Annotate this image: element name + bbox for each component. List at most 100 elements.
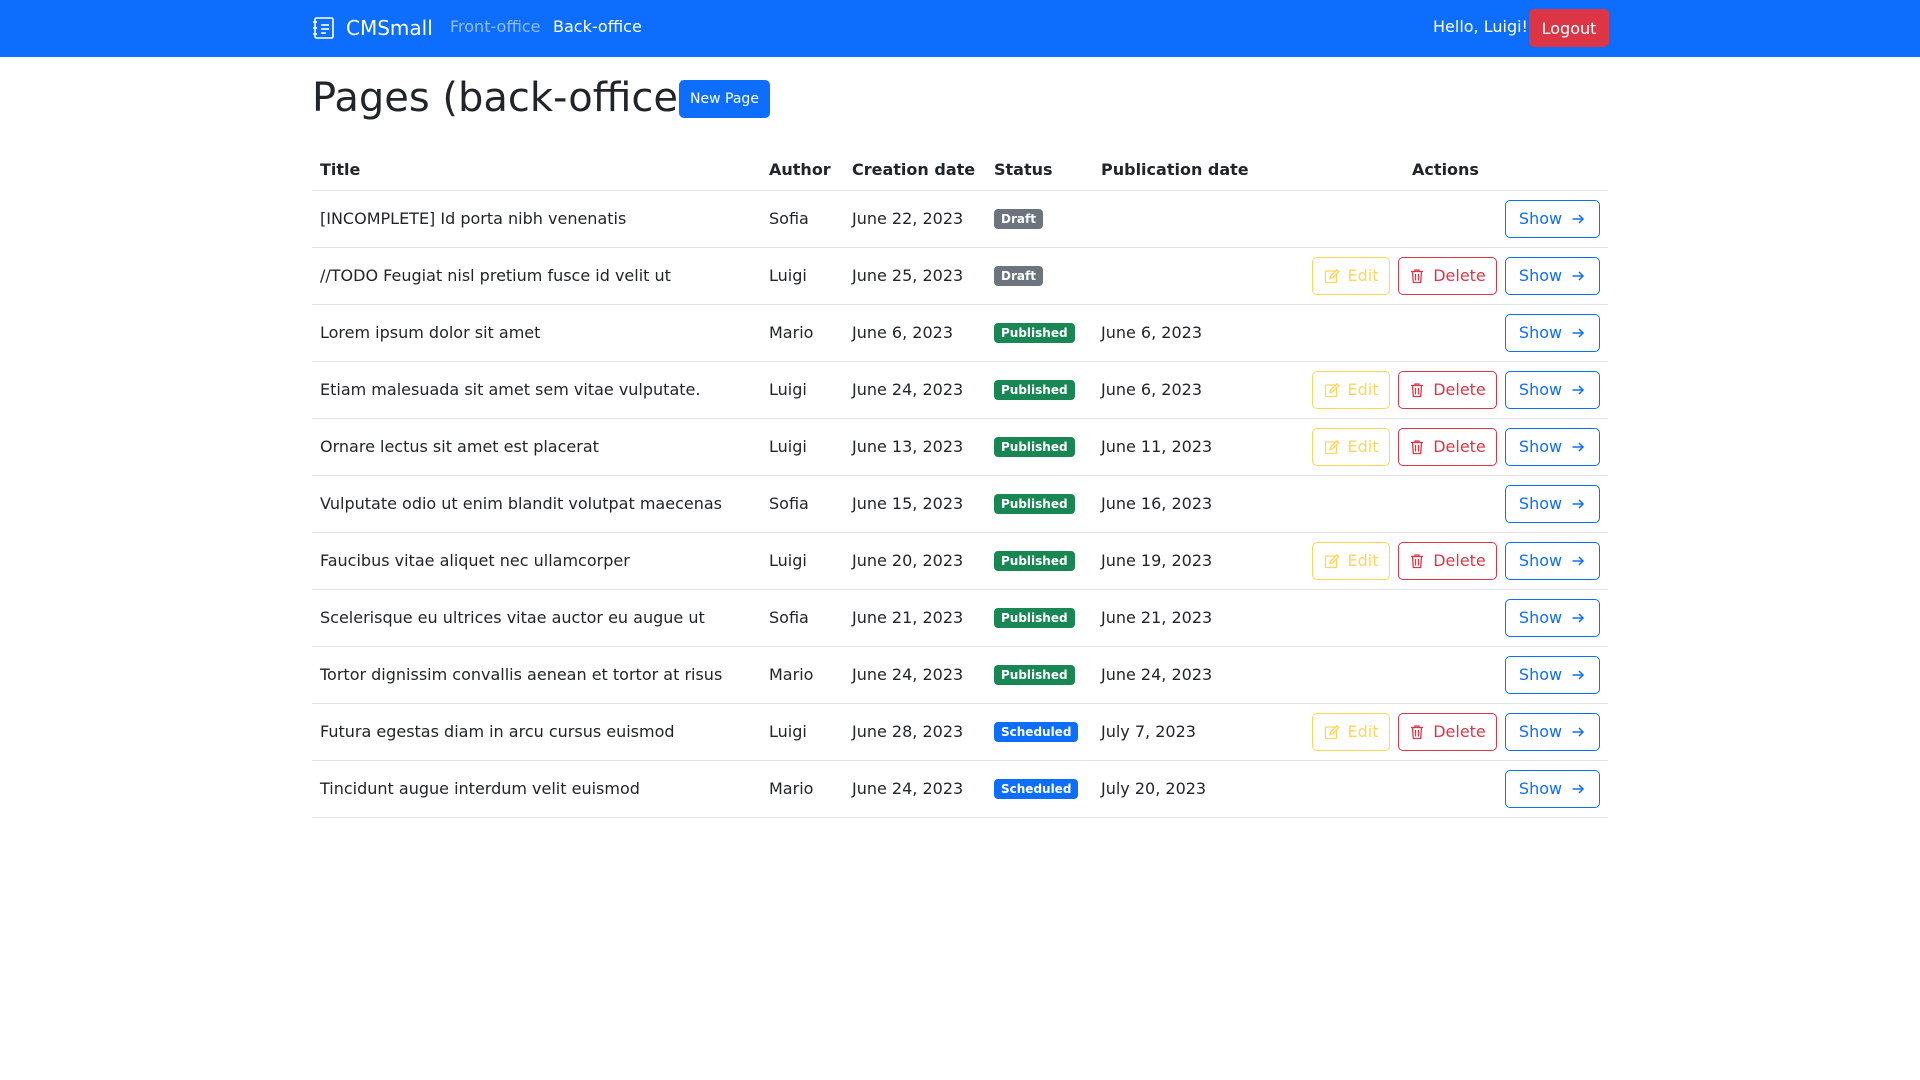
row-actions: Edit Delete Show [1291, 712, 1600, 751]
cell-creation-date: June 28, 2023 [844, 703, 986, 761]
row-actions: Edit Delete Show [1291, 598, 1600, 637]
edit-button[interactable]: Edit [1312, 256, 1390, 295]
brand-link[interactable]: CMSmall [312, 14, 433, 42]
cell-creation-date: June 25, 2023 [844, 247, 986, 305]
cell-creation-date: June 22, 2023 [844, 190, 986, 248]
show-button[interactable]: Show [1505, 370, 1600, 409]
cell-actions: Edit Delete Show [1283, 418, 1608, 476]
edit-label: Edit [1347, 266, 1379, 285]
show-button[interactable]: Show [1505, 541, 1600, 580]
cell-author: Luigi [761, 532, 844, 590]
pencil-square-icon [1324, 439, 1340, 454]
page-title: Pages (back-office) [312, 75, 694, 121]
arrow-right-icon [1572, 213, 1585, 224]
delete-label: Delete [1433, 551, 1486, 570]
pencil-square-icon [1324, 724, 1340, 739]
cell-creation-date: June 20, 2023 [844, 532, 986, 590]
table-row: Lorem ipsum dolor sit amet Mario June 6,… [312, 304, 1608, 362]
show-label: Show [1518, 551, 1563, 570]
cell-publication-date: June 11, 2023 [1093, 418, 1283, 476]
new-page-button[interactable]: New Page [679, 80, 770, 118]
edit-label: Edit [1347, 437, 1379, 456]
show-button[interactable]: Show [1505, 655, 1600, 694]
delete-button[interactable]: Delete [1398, 256, 1497, 295]
cell-title: Faucibus vitae aliquet nec ullamcorper [312, 532, 761, 590]
header-status: Status [986, 150, 1093, 191]
edit-button[interactable]: Edit [1312, 427, 1390, 466]
status-badge: Scheduled [994, 722, 1079, 742]
row-actions: Edit Delete Show [1291, 655, 1600, 694]
logout-button[interactable]: Logout [1529, 9, 1609, 47]
status-badge: Published [994, 665, 1075, 685]
show-button[interactable]: Show [1505, 313, 1600, 352]
show-label: Show [1518, 437, 1563, 456]
table-row: //TODO Feugiat nisl pretium fusce id vel… [312, 247, 1608, 305]
edit-button[interactable]: Edit [1312, 712, 1390, 751]
table-row: Futura egestas diam in arcu cursus euism… [312, 703, 1608, 761]
show-button[interactable]: Show [1505, 199, 1600, 238]
cell-author: Luigi [761, 703, 844, 761]
trash-icon [1411, 439, 1424, 454]
cell-status: Published [986, 532, 1093, 590]
delete-button[interactable]: Delete [1398, 427, 1497, 466]
cell-author: Luigi [761, 247, 844, 305]
delete-label: Delete [1433, 380, 1486, 399]
nav-front-office[interactable]: Front-office [450, 17, 540, 36]
header-author: Author [761, 150, 844, 191]
table-row: Etiam malesuada sit amet sem vitae vulpu… [312, 361, 1608, 419]
show-label: Show [1518, 722, 1563, 741]
show-button[interactable]: Show [1505, 712, 1600, 751]
cell-publication-date: July 7, 2023 [1093, 703, 1283, 761]
arrow-right-icon [1572, 783, 1585, 794]
show-button[interactable]: Show [1505, 598, 1600, 637]
cell-status: Published [986, 646, 1093, 704]
row-actions: Edit Delete Show [1291, 370, 1600, 409]
pencil-square-icon [1324, 553, 1340, 568]
delete-button[interactable]: Delete [1398, 712, 1497, 751]
cell-publication-date: July 20, 2023 [1093, 760, 1283, 818]
arrow-right-icon [1572, 612, 1585, 623]
trash-icon [1411, 268, 1424, 283]
header-actions: Actions [1283, 150, 1608, 191]
table-row: Scelerisque eu ultrices vitae auctor eu … [312, 589, 1608, 647]
arrow-right-icon [1572, 726, 1585, 737]
show-button[interactable]: Show [1505, 484, 1600, 523]
show-button[interactable]: Show [1505, 427, 1600, 466]
trash-icon [1411, 553, 1424, 568]
cell-status: Draft [986, 247, 1093, 305]
cell-actions: Edit Delete Show [1283, 475, 1608, 533]
cell-title: Scelerisque eu ultrices vitae auctor eu … [312, 589, 761, 647]
trash-icon [1411, 724, 1424, 739]
cell-actions: Edit Delete Show [1283, 532, 1608, 590]
status-badge: Published [994, 494, 1075, 514]
cell-status: Scheduled [986, 760, 1093, 818]
table-header-row: Title Author Creation date Status Public… [312, 150, 1608, 191]
cell-title: Tortor dignissim convallis aenean et tor… [312, 646, 761, 704]
nav-back-office[interactable]: Back-office [553, 17, 642, 36]
show-label: Show [1518, 209, 1563, 228]
row-actions: Edit Delete Show [1291, 256, 1600, 295]
show-button[interactable]: Show [1505, 769, 1600, 808]
cell-actions: Edit Delete Show [1283, 646, 1608, 704]
edit-label: Edit [1347, 722, 1379, 741]
show-button[interactable]: Show [1505, 256, 1600, 295]
row-actions: Edit Delete Show [1291, 541, 1600, 580]
user-greeting: Hello, Luigi! [1433, 17, 1528, 36]
show-label: Show [1518, 380, 1563, 399]
delete-button[interactable]: Delete [1398, 370, 1497, 409]
edit-button[interactable]: Edit [1312, 541, 1390, 580]
cell-author: Mario [761, 304, 844, 362]
delete-button[interactable]: Delete [1398, 541, 1497, 580]
cell-title: Etiam malesuada sit amet sem vitae vulpu… [312, 361, 761, 419]
arrow-right-icon [1572, 327, 1585, 338]
cell-creation-date: June 6, 2023 [844, 304, 986, 362]
cell-publication-date: June 21, 2023 [1093, 589, 1283, 647]
cell-status: Published [986, 361, 1093, 419]
cell-author: Sofia [761, 589, 844, 647]
show-label: Show [1518, 323, 1563, 342]
cell-creation-date: June 21, 2023 [844, 589, 986, 647]
header-title: Title [312, 150, 761, 191]
trash-icon [1411, 382, 1424, 397]
show-label: Show [1518, 266, 1563, 285]
edit-button[interactable]: Edit [1312, 370, 1390, 409]
